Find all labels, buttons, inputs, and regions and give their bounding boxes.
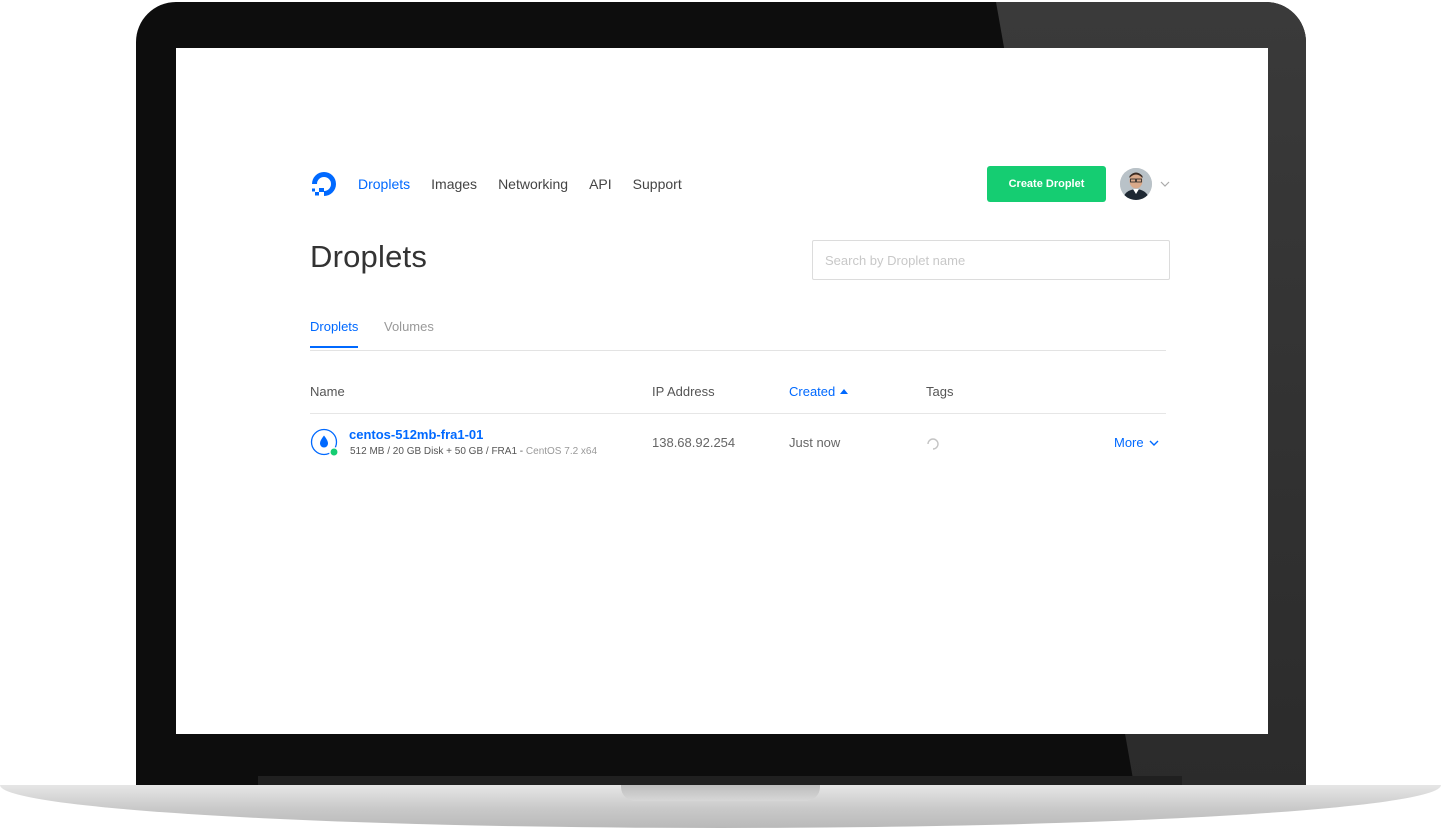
screen: Droplets Images Networking API Support C… xyxy=(176,48,1268,734)
nav-images[interactable]: Images xyxy=(431,176,477,192)
sort-up-icon xyxy=(840,389,849,394)
digitalocean-logo-icon[interactable] xyxy=(310,170,338,198)
tab-droplets[interactable]: Droplets xyxy=(310,319,359,348)
droplet-ip: 138.68.92.254 xyxy=(652,435,736,450)
column-header-ip[interactable]: IP Address xyxy=(652,384,715,399)
tab-volumes[interactable]: Volumes xyxy=(384,319,434,346)
laptop-base-notch xyxy=(621,785,820,801)
droplet-created: Just now xyxy=(789,435,841,450)
column-header-created[interactable]: Created xyxy=(789,384,849,399)
status-active-indicator xyxy=(329,447,339,457)
column-header-tags[interactable]: Tags xyxy=(926,384,953,399)
droplet-os: CentOS 7.2 x64 xyxy=(525,446,598,457)
search-input[interactable] xyxy=(812,240,1170,280)
avatar-photo-icon xyxy=(1120,168,1152,200)
droplet-specs: 512 MB / 20 GB Disk + 50 GB / FRA1 - Cen… xyxy=(350,446,597,457)
page-title: Droplets xyxy=(310,239,428,274)
more-button[interactable]: More xyxy=(1114,435,1159,450)
column-header-name[interactable]: Name xyxy=(310,384,345,399)
nav-api[interactable]: API xyxy=(589,176,612,192)
droplet-icon xyxy=(310,428,339,457)
nav-droplets[interactable]: Droplets xyxy=(358,176,410,192)
column-header-created-label: Created xyxy=(789,384,836,399)
top-nav: Droplets Images Networking API Support xyxy=(310,166,703,202)
droplet-name-link[interactable]: centos-512mb-fra1-01 xyxy=(349,427,483,442)
tab-bar: Droplets Volumes xyxy=(310,314,1166,351)
droplet-specs-text: 512 MB / 20 GB Disk + 50 GB / FRA1 - xyxy=(350,446,526,457)
table-header-divider xyxy=(310,413,1166,414)
loading-spinner-icon xyxy=(927,438,939,450)
nav-support[interactable]: Support xyxy=(633,176,682,192)
chevron-down-icon xyxy=(1149,440,1159,446)
nav-networking[interactable]: Networking xyxy=(498,176,568,192)
more-label: More xyxy=(1114,435,1144,450)
chevron-down-icon[interactable] xyxy=(1159,179,1171,189)
avatar[interactable] xyxy=(1120,168,1152,200)
create-droplet-button[interactable]: Create Droplet xyxy=(987,166,1106,202)
